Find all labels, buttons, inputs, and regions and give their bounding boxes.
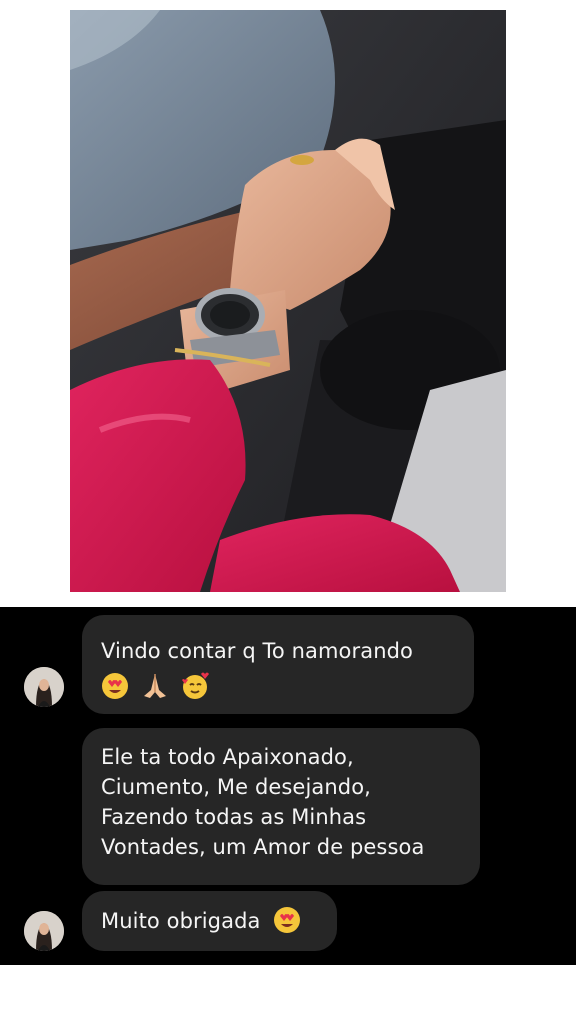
heart-eyes-emoji [101, 672, 129, 700]
message-text: Vindo contar q To namorando [101, 639, 413, 663]
photo-illustration [70, 10, 506, 592]
emoji-row [101, 670, 456, 700]
praying-hands-emoji [140, 672, 170, 700]
message-bubble[interactable]: Ele ta todo Apaixonado, Ciumento, Me des… [82, 728, 480, 885]
sender-avatar[interactable] [24, 911, 64, 951]
heart-eyes-emoji [273, 906, 301, 934]
message-text: Ele ta todo Apaixonado, Ciumento, Me des… [101, 745, 425, 859]
couple-photo [70, 10, 506, 592]
message-bubble[interactable]: Muito obrigada [82, 891, 337, 951]
smiling-hearts-emoji [181, 672, 209, 700]
message-bubble[interactable]: Vindo contar q To namorando [82, 615, 474, 714]
message-text: Muito obrigada [101, 909, 261, 933]
chat-area: Vindo contar q To namorando Ele ta todo … [0, 607, 576, 965]
sender-avatar[interactable] [24, 667, 64, 707]
